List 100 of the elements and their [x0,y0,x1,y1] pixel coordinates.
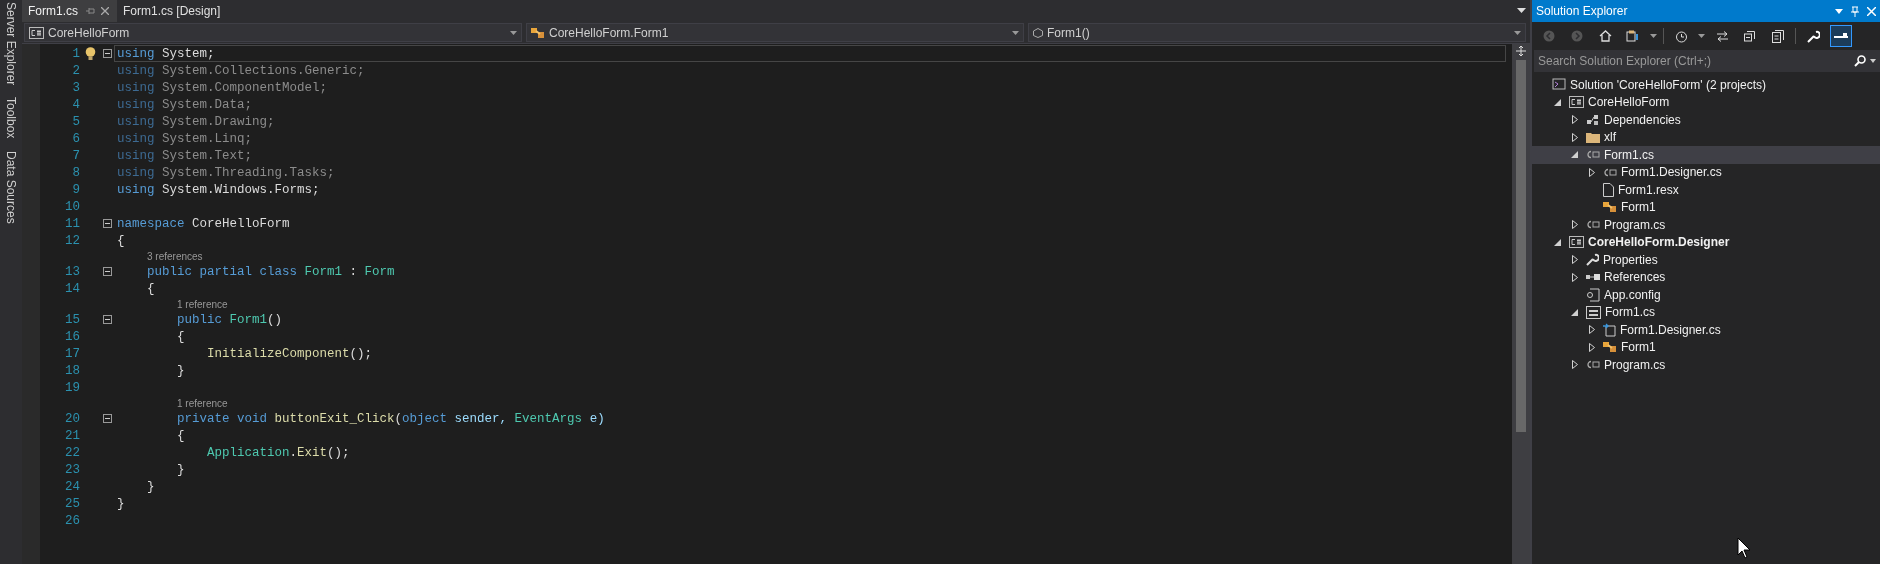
side-panel-tab[interactable]: Server Explorer [4,2,18,86]
code-lens[interactable]: 1 reference [177,397,228,409]
tree-item[interactable]: References [1532,268,1880,286]
dropdown-caret-icon[interactable] [510,30,517,35]
tree-item-label: Program.cs [1604,357,1666,372]
tree-item[interactable]: App.config [1532,286,1880,304]
tree-item-label: References [1604,270,1666,285]
designer-file-icon [1603,322,1616,337]
dropdown-caret-icon[interactable] [1835,8,1843,14]
dependencies-icon [1586,113,1600,126]
collapsed-arrow-icon[interactable] [1571,220,1579,230]
navigation-dropdown[interactable]: CoreHelloForm [24,23,522,42]
tree-item[interactable]: Solution 'CoreHelloForm' (2 projects) [1532,76,1880,94]
dropdown-caret-icon[interactable] [1517,8,1526,13]
code-line: using System.Collections.Generic; [117,63,365,78]
collapsed-arrow-icon[interactable] [1588,342,1596,352]
tree-item[interactable]: CoreHelloForm [1532,93,1880,111]
tree-item[interactable]: Form1.cs [1532,303,1880,321]
document-tab[interactable]: Form1.cs [22,0,117,22]
tree-item[interactable]: Form1.cs [1532,146,1880,164]
collapsed-arrow-icon[interactable] [1571,360,1579,370]
class-icon [531,26,545,39]
line-number: 22 [64,445,80,460]
dropdown-text: Form1() [1047,25,1091,40]
collapse-icon[interactable] [102,267,112,276]
tree-item-label: Form1.resx [1618,182,1679,197]
preview-icon[interactable] [1834,33,1848,39]
tree-item[interactable]: CoreHelloForm.Designer [1532,233,1880,251]
dropdown-caret-icon[interactable] [1650,34,1657,38]
clock-icon[interactable] [1674,29,1688,43]
csharp-file-icon [1603,167,1617,177]
collapse-icon[interactable] [102,315,112,324]
side-panel-tab[interactable]: Data Sources [4,150,18,224]
collapse-icon[interactable] [102,219,112,228]
tree-item[interactable]: Properties [1532,251,1880,269]
csharp-project-icon [1569,96,1584,109]
code-line: { [146,281,155,296]
tree-item[interactable]: xlf [1532,128,1880,146]
tree-item[interactable]: Form1.Designer.cs [1532,163,1880,181]
tree-item[interactable]: Form1.Designer.cs [1532,321,1880,339]
navigation-dropdown[interactable]: Form1() [1028,23,1526,42]
folder-switch-icon[interactable] [1626,30,1640,42]
dropdown-caret-icon[interactable] [1514,30,1521,35]
code-lens[interactable]: 1 reference [177,298,228,310]
collapsed-arrow-icon[interactable] [1571,272,1579,282]
collapse-icon[interactable] [102,414,112,423]
method-icon [1033,27,1043,38]
collapsed-arrow-icon[interactable] [1571,132,1579,142]
code-lens[interactable]: 3 references [147,250,203,262]
tree-item-label: Form1 [1621,340,1656,355]
navigation-dropdown[interactable]: CoreHelloForm.Form1 [526,23,1024,42]
code-line: using System.Text; [117,148,253,163]
sync-arrows-icon[interactable] [1715,30,1729,42]
wrench-icon [1586,253,1599,267]
expanded-arrow-icon[interactable] [1554,237,1562,247]
code-line: private void buttonExit_Click(object sender, EventArgs e) [176,411,605,426]
side-panel-tab[interactable]: Toolbox [4,97,18,139]
tree-item[interactable]: Form1 [1532,198,1880,216]
collapse-all-icon[interactable] [1744,30,1756,42]
line-number: 4 [71,97,80,112]
tree-item[interactable]: Form1.resx [1532,181,1880,199]
expanded-arrow-icon[interactable] [1571,150,1579,160]
code-line: using System.Threading.Tasks; [117,165,335,180]
expanded-arrow-icon[interactable] [1554,97,1562,107]
dropdown-caret-icon[interactable] [1012,30,1019,35]
code-line: using System.Data; [117,97,253,112]
show-all-files-icon[interactable] [1772,29,1784,43]
preview-toggle-button[interactable] [1830,25,1852,47]
tree-item-label: Solution 'CoreHelloForm' (2 projects) [1570,77,1766,92]
lightbulb-icon[interactable] [84,46,96,61]
tree-item[interactable]: Form1 [1532,338,1880,356]
collapsed-arrow-icon[interactable] [1571,115,1579,125]
dropdown-caret-icon[interactable] [1870,59,1876,63]
tree-item[interactable]: Dependencies [1532,111,1880,129]
search-icon[interactable] [1854,55,1866,67]
tree-item-label: Form1.Designer.cs [1620,322,1721,337]
collapse-icon[interactable] [102,49,112,58]
expanded-arrow-icon[interactable] [1571,307,1579,317]
tree-item-label: Properties [1603,252,1658,267]
scrollbar-thumb[interactable] [1516,60,1526,432]
line-number: 10 [64,199,80,214]
document-tab[interactable]: Form1.cs [Design] [117,0,229,22]
line-number: 17 [64,346,80,361]
tree-item-label: App.config [1604,287,1661,302]
tree-item[interactable]: Program.cs [1532,216,1880,234]
home-icon[interactable] [1598,30,1612,42]
collapsed-arrow-icon[interactable] [1588,167,1596,177]
folder-icon [1586,131,1600,143]
line-number: 19 [64,380,80,395]
tree-item[interactable]: Program.cs [1532,356,1880,374]
tree-item-label: Program.cs [1604,217,1666,232]
line-number: 26 [64,513,80,528]
tree-item-label: Form1.cs [1605,305,1655,320]
wrench-icon[interactable] [1806,29,1820,43]
dropdown-caret-icon[interactable] [1698,34,1705,38]
collapsed-arrow-icon[interactable] [1588,325,1596,335]
close-icon[interactable] [101,7,109,15]
split-window-icon[interactable] [1516,46,1526,56]
collapsed-arrow-icon[interactable] [1571,255,1579,265]
tree-item-label: Form1 [1621,200,1656,215]
